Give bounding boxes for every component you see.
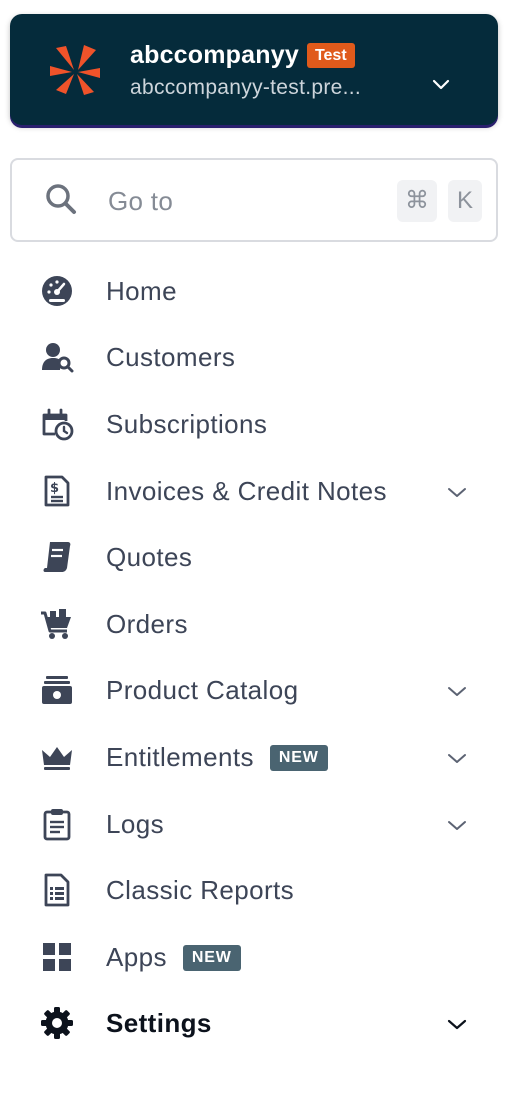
crown-icon (42, 747, 72, 770)
shortcut-cmd-key: ⌘ (397, 180, 437, 222)
nav-item-subscriptions[interactable]: Subscriptions (0, 396, 514, 452)
nav-item-product-catalog[interactable]: Product Catalog (0, 662, 514, 718)
nav-label-classic-reports: Classic Reports (106, 875, 295, 905)
env-badge: Test (306, 42, 355, 68)
goto-search-input[interactable]: Go to ⌘ K (10, 158, 498, 242)
invoice-dollar-icon: $ (44, 475, 70, 507)
nav-label-invoices-credit-notes: Invoices & Credit Notes (106, 476, 387, 506)
shortcut-k-key: K (448, 180, 482, 222)
chevron-down-icon[interactable] (446, 747, 468, 769)
chevron-down-icon[interactable] (446, 814, 468, 836)
new-badge: NEW (182, 944, 241, 971)
svg-text:$: $ (50, 481, 59, 496)
nav-label-settings: Settings (106, 1008, 212, 1038)
nav-item-customers[interactable]: Customers (0, 329, 514, 385)
product-box-icon (42, 676, 72, 704)
nav-label-customers: Customers (106, 342, 236, 372)
calendar-clock-icon (42, 408, 74, 441)
dashboard-gauge-icon (42, 276, 72, 306)
nav-label-home: Home (106, 276, 177, 306)
chargebee-logo-icon (50, 45, 100, 95)
nav-item-logs[interactable]: Logs (0, 796, 514, 852)
report-document-icon (44, 873, 70, 907)
search-icon (46, 184, 76, 214)
nav-label-subscriptions: Subscriptions (106, 409, 268, 439)
nav-label-product-catalog: Product Catalog (106, 675, 299, 705)
apps-grid-icon (43, 943, 71, 971)
nav-item-settings[interactable]: Settings (0, 995, 514, 1051)
nav-label-apps-text: Apps (106, 942, 167, 972)
chevron-down-icon (432, 79, 450, 90)
account-domain: abccompanyy-test.pre... (130, 76, 361, 99)
nav-item-entitlements[interactable]: Entitlements NEW (0, 729, 514, 785)
nav-item-apps[interactable]: Apps NEW (0, 929, 514, 985)
nav-item-invoices-credit-notes[interactable]: $ Invoices & Credit Notes (0, 463, 514, 519)
nav-label-entitlements: Entitlements NEW (106, 742, 328, 773)
gear-icon (41, 1007, 73, 1039)
account-name: abccompanyy (130, 40, 299, 69)
nav-item-classic-reports[interactable]: Classic Reports (0, 862, 514, 918)
nav-label-quotes: Quotes (106, 542, 193, 572)
nav-label-apps: Apps NEW (106, 942, 241, 973)
nav-item-home[interactable]: Home (0, 263, 514, 319)
nav-item-quotes[interactable]: Quotes (0, 529, 514, 585)
nav-label-orders: Orders (106, 609, 188, 639)
customers-icon (42, 343, 74, 373)
chevron-down-icon[interactable] (446, 680, 468, 702)
new-badge: NEW (269, 744, 328, 771)
account-switcher[interactable]: abccompanyy Test abccompanyy-test.pre... (10, 14, 498, 125)
chevron-down-icon[interactable] (446, 1013, 468, 1035)
chevron-down-icon[interactable] (446, 481, 468, 503)
clipboard-icon (43, 809, 71, 841)
shopping-cart-icon (41, 609, 71, 639)
nav-label-logs: Logs (106, 809, 164, 839)
quote-scroll-icon (43, 542, 71, 572)
nav-item-orders[interactable]: Orders (0, 596, 514, 652)
nav-label-entitlements-text: Entitlements (106, 742, 254, 772)
search-placeholder: Go to (108, 186, 174, 216)
